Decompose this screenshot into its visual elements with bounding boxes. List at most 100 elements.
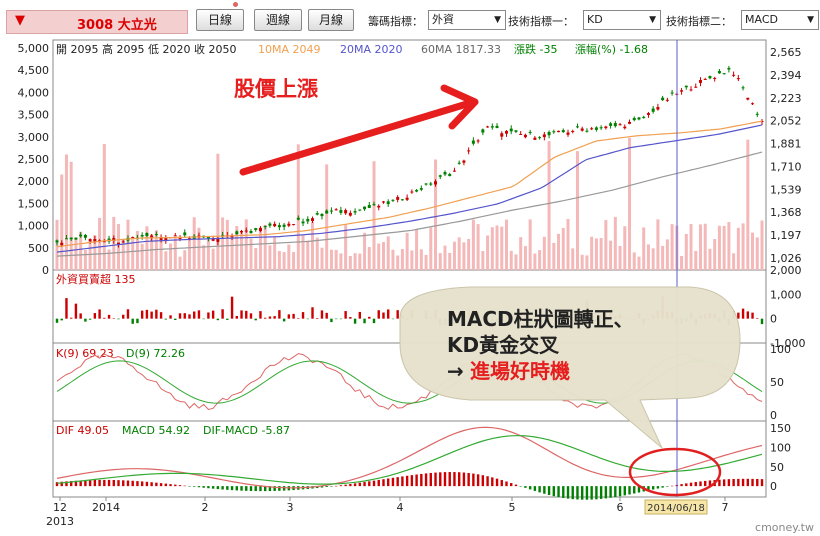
candle-body [150,235,154,238]
stock-selector[interactable]: ▼ 3008 大立光 [6,10,188,34]
foreign-bar [297,318,300,319]
tech1-select[interactable]: KD ▼ [583,10,661,30]
volume-bar [353,253,357,270]
osc-bar [401,476,404,487]
volume-bar [504,219,508,270]
foreign-bar [292,313,295,319]
foreign-bar [216,318,220,321]
candle-body [254,228,258,230]
foreign-bar [278,310,281,319]
osc-bar [462,472,466,487]
monthly-button[interactable]: 月線 [308,9,354,31]
volume-bar [192,217,196,270]
volume-bar [476,224,480,270]
candle-body [495,125,499,129]
osc-bar [216,486,220,490]
osc-bar [259,486,262,492]
volume-bar [292,252,296,270]
osc-bar [235,486,238,491]
foreign-bar [74,303,78,319]
foreign-bar [301,312,305,319]
osc-bar [93,479,97,487]
candle-body [83,234,87,238]
volume-bar [405,232,409,270]
volume-bar [230,237,234,270]
osc-bar [368,481,371,487]
candle-body [400,199,404,201]
osc-bar [524,486,527,488]
price-tick-label: 1,881 [770,138,802,151]
candle-body [258,227,262,232]
osc-bar [211,486,215,489]
foreign-bar [311,307,314,319]
volume-bar [102,143,106,270]
volume-bar [481,251,485,270]
foreign-bar [174,318,177,320]
candle-body [381,201,385,203]
osc-bar [656,486,660,489]
price-tick-label: 1,368 [770,206,802,219]
osc-bar [476,474,480,487]
osc-bar [197,486,201,488]
volume-bar [277,250,281,270]
candle-body [244,230,248,232]
candle-body [339,210,343,213]
volume-bar [348,256,352,270]
osc-bar [424,473,428,487]
foreign-bar [183,313,186,319]
chip-indicator-select[interactable]: 外資 ▼ [428,10,506,30]
volume-bar [613,216,617,270]
foreign-bar [207,312,210,319]
volume-bar [173,236,177,270]
chevron-down-icon: ▼ [649,15,656,25]
volume-bar [751,232,755,270]
foreign-bar [202,318,205,320]
candle-body [55,240,59,243]
candle-body [708,76,712,79]
candle-body [590,128,594,130]
foreign-bar [131,318,134,324]
volume-bar [689,224,693,270]
volume-bar [315,237,319,270]
osc-bar [609,486,612,498]
candle-body [249,230,253,234]
foreign-tick-label: 1,000 [770,288,802,301]
volume-bar [211,248,215,270]
osc-bar [457,472,461,487]
volume-bar [443,245,447,270]
foreign-bar [122,314,125,319]
volume-bar [457,237,461,270]
osc-bar [581,486,584,500]
candle-body [736,78,740,80]
dropdown-arrow-icon[interactable]: ▼ [15,13,25,28]
volume-bar [400,249,404,270]
volume-bar [552,242,556,270]
osc-bar [618,486,622,497]
candle-body [481,129,485,133]
osc-bar [207,486,210,489]
candle-body [311,218,315,221]
osc-bar [353,483,357,487]
tech2-select[interactable]: MACD ▼ [741,10,819,30]
volume-bar [533,253,537,270]
foreign-bar [117,318,120,320]
ma10-line [56,120,763,248]
d-label: D(9) 72.26 [126,347,185,360]
osc-bar [122,480,125,487]
candle-body [609,123,613,126]
candle-body [575,126,579,128]
weekly-button[interactable]: 週線 [254,9,302,31]
volume-bar [632,252,636,270]
foreign-bar [741,308,745,319]
osc-bar [98,479,101,487]
osc-bar [585,486,589,500]
volume-bar [703,223,707,270]
daily-button[interactable]: 日線 [196,9,244,31]
candle-body [698,80,702,83]
price-tick-label: 2,394 [770,69,802,82]
volume-bar [760,220,764,270]
volume-bar [694,250,698,270]
candle-body [533,137,537,140]
volume-bar [301,234,305,270]
volume-bar [325,164,329,270]
